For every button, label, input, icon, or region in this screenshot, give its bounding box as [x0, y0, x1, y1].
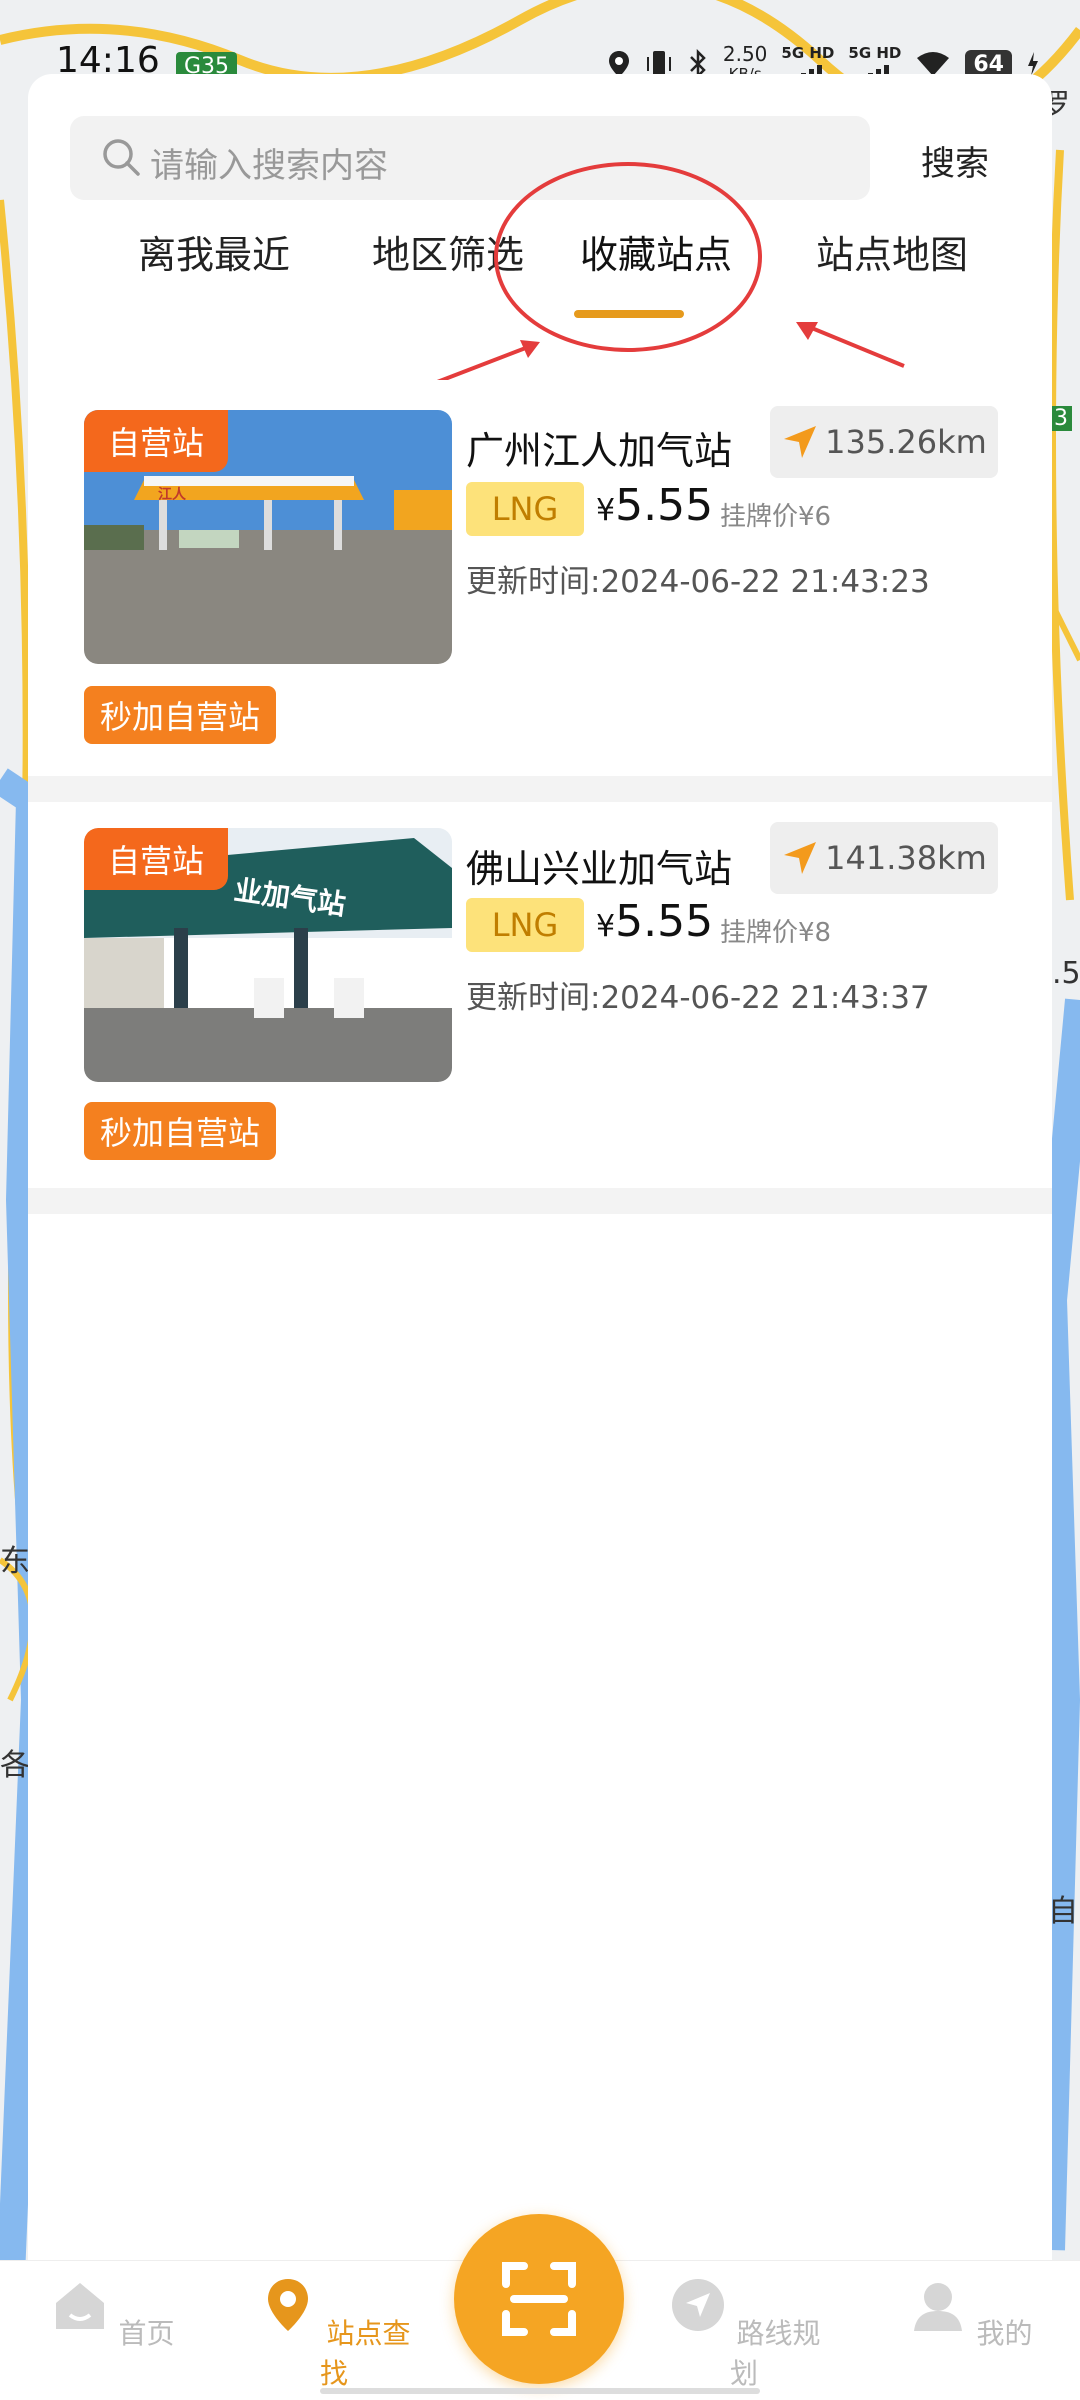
photo-sign: 江人 [158, 487, 186, 503]
search-placeholder: 请输入搜索内容 [150, 146, 388, 186]
nav-profile-label: 我的 [976, 2317, 1033, 2350]
map-road-badge: 3 [1050, 406, 1072, 431]
divider [28, 776, 1052, 802]
list-price: 挂牌价¥6 [720, 502, 832, 532]
search-button[interactable]: 搜索 [900, 136, 1010, 185]
map-label: 各 [0, 1748, 30, 1783]
update-time: 更新时间:2024-06-22 21:43:37 [466, 980, 930, 1016]
self-operated-tag: 自营站 [84, 410, 229, 472]
map-label: 自 [1048, 1894, 1078, 1929]
navigation-arrow-icon [784, 842, 817, 874]
annotation-arrow-right [796, 322, 905, 368]
fuel-type-badge: LNG [466, 482, 584, 536]
fuel-type-badge: LNG [466, 898, 584, 952]
map-label: .5 [1052, 956, 1080, 991]
list-price: 挂牌价¥8 [720, 918, 832, 948]
search-input[interactable]: 请输入搜索内容 [70, 116, 870, 200]
annotation-circle [494, 162, 762, 352]
nav-home-label: 首页 [118, 2317, 175, 2350]
search-icon [103, 139, 140, 176]
station-card[interactable]: 自营站 江人 广州江人加气站 135.26km LNG ¥5.55 挂牌价¥6 … [28, 380, 1052, 776]
quick-refuel-tag: 秒加自营站 [84, 686, 277, 744]
price: ¥5.55 [596, 480, 714, 531]
home-icon [55, 2283, 104, 2329]
station-name: 广州江人加气站 [466, 429, 733, 473]
distance-value: 141.38km [825, 839, 987, 877]
nav-route-planning-label: 路线规划 [729, 2317, 821, 2390]
user-icon [913, 2283, 962, 2331]
tab-station-map[interactable]: 站点地图 [792, 224, 992, 279]
distance-button[interactable]: 141.38km [770, 822, 998, 894]
update-time: 更新时间:2024-06-22 21:43:23 [466, 564, 930, 600]
station-card[interactable]: 自营站 业加气站 佛山兴业加气站 141.38km LNG ¥5.55 挂牌价¥… [28, 802, 1052, 1198]
nav-station-finder-label: 站点查找 [319, 2317, 411, 2390]
location-pin-icon [267, 2279, 308, 2331]
status-bar: 14:16 G35 2.50KB/s 5G HD 5G HD 64 [0, 0, 1080, 83]
station-name: 佛山兴业加气站 [466, 847, 733, 891]
tab-nearest[interactable]: 离我最近 [114, 224, 314, 279]
station-photo: 自营站 业加气站 [84, 828, 452, 1082]
nav-station-finder[interactable]: 站点查找 [254, 2275, 414, 2392]
distance-value: 135.26km [825, 423, 987, 461]
scan-icon [502, 2262, 576, 2336]
navigation-arrow-icon [784, 426, 817, 458]
price: ¥5.55 [596, 896, 714, 947]
station-photo: 自营站 江人 [84, 410, 452, 664]
nav-route-planning[interactable]: 路线规划 [664, 2275, 824, 2392]
scan-button[interactable] [454, 2214, 624, 2384]
quick-refuel-tag: 秒加自营站 [84, 1102, 277, 1160]
divider [28, 1188, 1052, 1214]
navigation-icon [671, 2279, 724, 2331]
home-indicator [320, 2388, 760, 2394]
nav-profile[interactable]: 我的 [890, 2275, 1050, 2352]
nav-home[interactable]: 首页 [32, 2275, 192, 2352]
distance-button[interactable]: 135.26km [770, 406, 998, 478]
self-operated-tag: 自营站 [84, 828, 229, 890]
